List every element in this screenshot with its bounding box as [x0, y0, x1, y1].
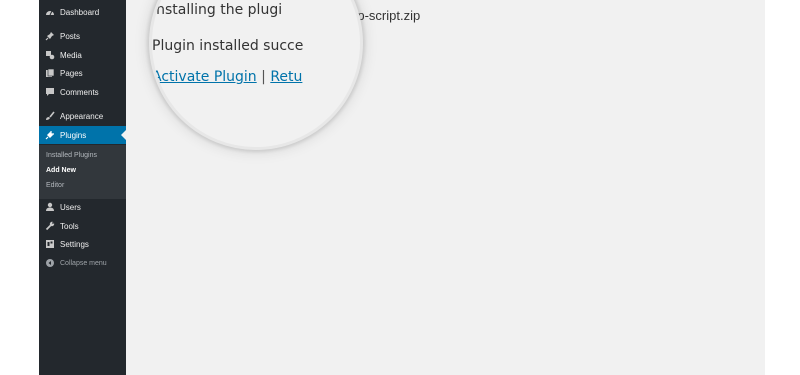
sidebar-item-label: Settings — [60, 239, 89, 249]
sidebar-item-users[interactable]: Users — [39, 198, 126, 216]
wp-admin-frame: Dashboard Posts Media Pages Comments App… — [39, 0, 765, 375]
sidebar-item-posts[interactable]: Posts — [39, 27, 126, 45]
sidebar-item-settings[interactable]: Settings — [39, 235, 126, 253]
return-link[interactable]: Retu — [270, 69, 302, 85]
sidebar-item-label: Plugins — [60, 130, 87, 140]
media-icon — [45, 50, 55, 60]
submenu-add-new[interactable]: Add New — [46, 167, 76, 174]
brush-icon — [45, 111, 55, 121]
sidebar-item-dashboard[interactable]: Dashboard — [39, 3, 126, 21]
comment-icon — [45, 87, 55, 97]
sidebar-item-label: Posts — [60, 31, 81, 41]
link-separator: | — [261, 69, 266, 85]
active-menu-arrow — [121, 130, 126, 140]
magnifier-lens: Installing the plugi Plugin installed su… — [149, 0, 363, 150]
collapse-menu-button[interactable]: Collapse menu — [39, 254, 126, 272]
wrench-icon — [45, 221, 55, 231]
sidebar-item-label: Dashboard — [60, 7, 100, 17]
pin-icon — [45, 31, 55, 41]
submenu-editor[interactable]: Editor — [46, 182, 64, 189]
sidebar-item-plugins[interactable]: Plugins — [39, 126, 126, 144]
sidebar-item-label: Pages — [60, 68, 83, 78]
sidebar-item-media[interactable]: Media — [39, 46, 126, 64]
plugin-icon — [45, 130, 55, 140]
sidebar-item-label: Media — [60, 50, 82, 60]
activate-plugin-link[interactable]: Activate Plugin — [152, 69, 257, 85]
pages-icon — [45, 68, 55, 78]
dashboard-icon — [45, 7, 55, 17]
installing-text: Installing the plugi — [152, 2, 283, 18]
sidebar-item-label: Comments — [60, 87, 99, 97]
collapse-icon — [45, 258, 55, 268]
plugins-submenu: Installed Plugins Add New Editor — [39, 145, 126, 199]
user-icon — [45, 202, 55, 212]
sidebar-item-label: Appearance — [60, 111, 104, 121]
settings-icon — [45, 239, 55, 249]
sidebar-item-label: Users — [60, 202, 81, 212]
sidebar-item-pages[interactable]: Pages — [39, 64, 126, 82]
sidebar-item-comments[interactable]: Comments — [39, 83, 126, 101]
submenu-installed-plugins[interactable]: Installed Plugins — [46, 152, 97, 159]
sidebar-item-tools[interactable]: Tools — [39, 217, 126, 235]
collapse-menu-label: Collapse menu — [60, 259, 107, 267]
install-success-text: Plugin installed succe — [152, 38, 304, 54]
admin-sidebar: Dashboard Posts Media Pages Comments App… — [39, 0, 126, 375]
sidebar-item-label: Tools — [60, 221, 79, 231]
sidebar-item-appearance[interactable]: Appearance — [39, 107, 126, 125]
